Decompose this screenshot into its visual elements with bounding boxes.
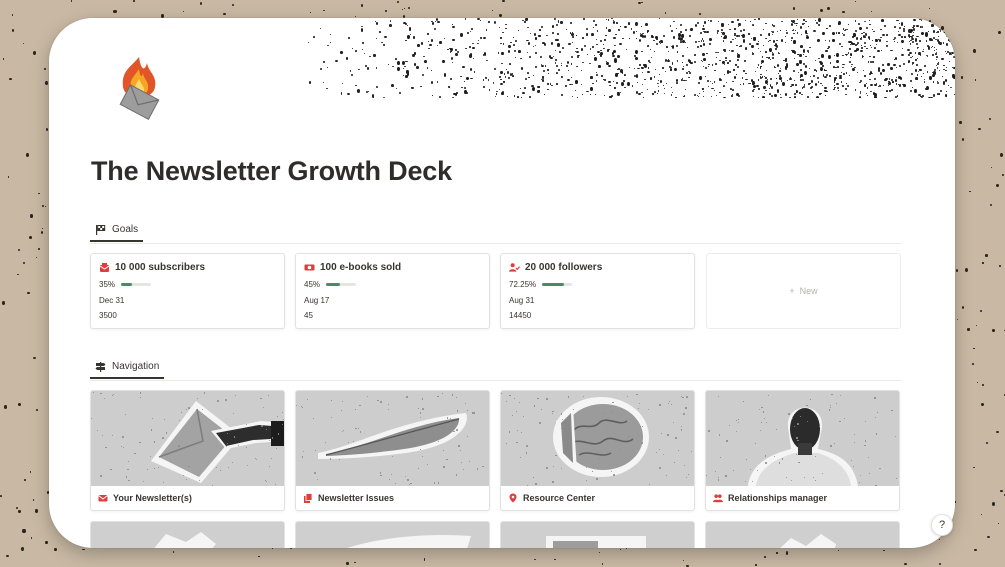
tab-goals[interactable]: Goals (90, 219, 144, 242)
goal-date: Aug 17 (304, 296, 330, 305)
goal-value: 3500 (99, 311, 117, 320)
nav-card-your-newsletters[interactable]: Your Newsletter(s) (90, 390, 285, 511)
notion-page-window: The Newsletter Growth Deck Goals 10 000 … (49, 18, 955, 548)
hand-holding-envelope-image (91, 391, 284, 486)
nav-card-row2-3[interactable] (500, 521, 695, 548)
goal-title: 100 e-books sold (320, 262, 402, 273)
page-cover (49, 18, 955, 98)
new-goal-button[interactable]: + New (706, 253, 901, 329)
nav-card-row2-4[interactable] (705, 521, 900, 548)
nav-card-newsletter-issues[interactable]: Newsletter Issues (295, 390, 490, 511)
map-pin-icon (508, 493, 518, 503)
tab-goals-label: Goals (112, 224, 139, 235)
help-button[interactable]: ? (931, 514, 953, 536)
tab-navigation[interactable]: Navigation (90, 356, 165, 379)
goal-date: Dec 31 (99, 296, 125, 305)
page-title: The Newsletter Growth Deck (91, 156, 452, 186)
goal-title: 20 000 followers (525, 262, 603, 273)
nav-card-row2-2[interactable] (295, 521, 490, 548)
nav-card-label: Your Newsletter(s) (113, 493, 192, 503)
goal-title: 10 000 subscribers (115, 262, 206, 273)
goal-progress-text: 45% (304, 280, 321, 289)
stacked-papers-icon (303, 493, 313, 503)
goal-progress-bar (542, 283, 573, 286)
navigation-tab-bar: Navigation (90, 356, 901, 381)
tab-navigation-label: Navigation (112, 361, 160, 372)
goal-progress-bar (326, 283, 357, 286)
user-check-icon (509, 262, 520, 273)
mailbox-icon (99, 262, 110, 273)
flaming-envelope-icon[interactable] (113, 53, 165, 125)
nav-card-label: Newsletter Issues (318, 493, 395, 503)
goal-value: 45 (304, 311, 313, 320)
goal-progress-text: 35% (99, 280, 116, 289)
goal-progress-bar (121, 283, 152, 286)
envelope-icon (98, 493, 108, 503)
people-icon (713, 493, 723, 503)
signpost-icon (95, 361, 106, 372)
nav-card-row2-1[interactable] (90, 521, 285, 548)
goals-tab-bar: Goals (90, 219, 901, 244)
nav-card-label: Resource Center (523, 493, 596, 503)
person-back-view-image (706, 391, 899, 486)
goal-card-followers[interactable]: 20 000 followers 72.25% Aug 31 14450 (500, 253, 695, 329)
nav-card-resource-center[interactable]: Resource Center (500, 390, 695, 511)
plus-icon: + (789, 286, 795, 296)
goal-card-subscribers[interactable]: 10 000 subscribers 35% Dec 31 3500 (90, 253, 285, 329)
goal-card-ebooks[interactable]: 100 e-books sold 45% Aug 17 45 (295, 253, 490, 329)
money-icon (304, 262, 315, 273)
goal-value: 14450 (509, 311, 532, 320)
help-label: ? (938, 519, 946, 531)
goal-progress-text: 72.25% (509, 280, 537, 289)
quill-feather-image (296, 391, 489, 486)
checkered-flag-icon (95, 224, 106, 235)
brain-image (501, 391, 694, 486)
nav-card-label: Relationships manager (728, 493, 828, 503)
goal-date: Aug 31 (509, 296, 535, 305)
new-goal-label: New (799, 286, 818, 296)
nav-card-relationships-manager[interactable]: Relationships manager (705, 390, 900, 511)
